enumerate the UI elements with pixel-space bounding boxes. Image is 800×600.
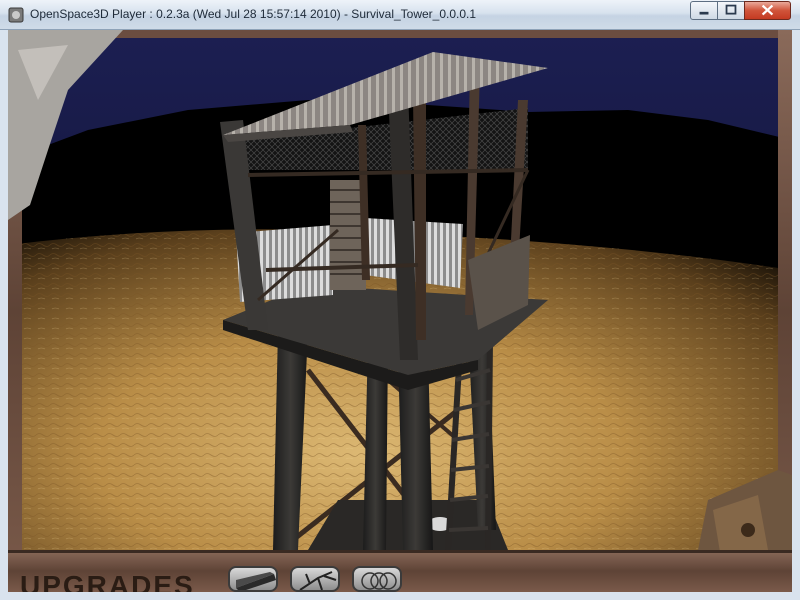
window-border-right: [792, 30, 800, 600]
minimize-button[interactable]: [690, 1, 718, 20]
close-icon: [761, 4, 774, 16]
upgrade-slot-1[interactable]: [228, 566, 278, 592]
branches-icon: [299, 571, 337, 590]
hud-frame-top: [8, 30, 792, 38]
player-window: OpenSpace3D Player : 0.2.3a (Wed Jul 28 …: [0, 0, 800, 600]
maximize-button[interactable]: [717, 1, 745, 20]
window-title: OpenSpace3D Player : 0.2.3a (Wed Jul 28 …: [30, 7, 477, 21]
game-viewport[interactable]: UPGRADES: [8, 30, 792, 592]
window-border-bottom: [8, 592, 792, 600]
upgrade-slot-2[interactable]: [290, 566, 340, 592]
close-button[interactable]: [744, 1, 791, 20]
upgrades-label: UPGRADES: [20, 570, 195, 592]
openspace3d-icon: [8, 7, 24, 23]
title-bar[interactable]: OpenSpace3D Player : 0.2.3a (Wed Jul 28 …: [0, 0, 800, 30]
metal-plate-icon: [236, 572, 276, 590]
barbed-wire-icon: [361, 572, 397, 590]
game-scene: [8, 30, 792, 592]
upgrade-slot-3[interactable]: [352, 566, 402, 592]
maximize-icon: [725, 4, 737, 15]
window-border-left: [0, 30, 8, 600]
minimize-icon: [699, 11, 709, 15]
